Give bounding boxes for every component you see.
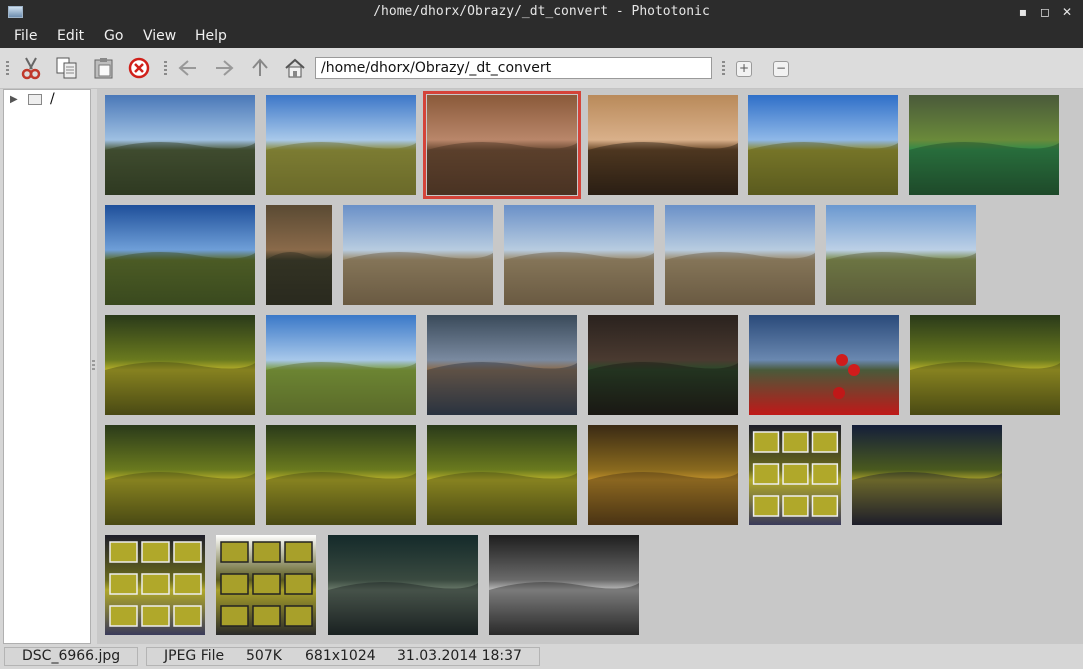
thumbnail[interactable]	[588, 425, 738, 525]
status-dimensions: 681x1024	[305, 648, 376, 664]
tree-item-root[interactable]: /	[50, 91, 55, 107]
splitter-handle[interactable]	[92, 360, 95, 372]
thumbnail[interactable]	[427, 425, 577, 525]
copy-icon[interactable]	[54, 55, 80, 81]
paste-icon[interactable]	[91, 55, 117, 81]
menu-view[interactable]: View	[143, 28, 176, 44]
back-icon[interactable]	[175, 55, 201, 81]
thumbnail[interactable]	[588, 95, 738, 195]
toolbar: /home/dhorx/Obrazy/_dt_convert + −	[0, 48, 1083, 89]
up-icon[interactable]	[247, 55, 273, 81]
app-window: /home/dhorx/Obrazy/_dt_convert - Phototo…	[0, 0, 1083, 669]
thumbnail[interactable]	[105, 425, 255, 525]
thumbnail[interactable]	[504, 205, 654, 305]
status-filename: DSC_6966.jpg	[4, 647, 138, 666]
toolbar-grip-3[interactable]	[722, 61, 725, 75]
status-size: 507K	[246, 648, 282, 664]
path-input[interactable]: /home/dhorx/Obrazy/_dt_convert	[315, 57, 712, 79]
thumbnail-selected[interactable]	[423, 91, 581, 199]
thumbnail[interactable]	[489, 535, 639, 635]
thumbnail[interactable]	[266, 205, 332, 305]
toolbar-grip[interactable]	[6, 61, 9, 75]
thumbnail[interactable]	[852, 425, 1002, 525]
forward-icon[interactable]	[211, 55, 237, 81]
zoom-in-button[interactable]: +	[736, 61, 752, 77]
thumbnail[interactable]	[427, 315, 577, 415]
status-date: 31.03.2014 18:37	[397, 648, 522, 664]
thumbnail[interactable]	[665, 205, 815, 305]
title-bar: /home/dhorx/Obrazy/_dt_convert - Phototo…	[0, 0, 1083, 25]
thumbnail[interactable]	[749, 315, 899, 415]
drive-icon	[28, 94, 42, 105]
menu-file[interactable]: File	[14, 28, 37, 44]
thumbnail[interactable]	[749, 425, 841, 525]
maximize-button[interactable]: ◻	[1036, 3, 1054, 21]
menu-go[interactable]: Go	[104, 28, 123, 44]
minimize-button[interactable]: ▪	[1014, 3, 1032, 21]
thumbnail[interactable]	[588, 315, 738, 415]
thumbnail[interactable]	[266, 315, 416, 415]
folder-tree[interactable]: ▶ /	[3, 89, 91, 644]
status-bar: DSC_6966.jpg JPEG File 507K 681x1024 31.…	[0, 645, 1083, 669]
thumbnail[interactable]	[105, 535, 205, 635]
thumbnail[interactable]	[909, 95, 1059, 195]
thumbnail[interactable]	[748, 95, 898, 195]
thumbnail[interactable]	[105, 95, 255, 195]
delete-icon[interactable]	[126, 55, 152, 81]
thumbnail[interactable]	[216, 535, 316, 635]
close-button[interactable]: ✕	[1058, 3, 1076, 21]
toolbar-grip-2[interactable]	[164, 61, 167, 75]
menu-edit[interactable]: Edit	[57, 28, 84, 44]
thumbnail[interactable]	[343, 205, 493, 305]
thumbnail[interactable]	[910, 315, 1060, 415]
thumbnail[interactable]	[105, 315, 255, 415]
window-title: /home/dhorx/Obrazy/_dt_convert - Phototo…	[373, 4, 710, 19]
thumbnail[interactable]	[826, 205, 976, 305]
thumbnail[interactable]	[328, 535, 478, 635]
thumbnail[interactable]	[266, 95, 416, 195]
menu-help[interactable]: Help	[195, 28, 227, 44]
zoom-out-button[interactable]: −	[773, 61, 789, 77]
thumbnail[interactable]	[105, 205, 255, 305]
status-info: JPEG File 507K 681x1024 31.03.2014 18:37	[146, 647, 540, 666]
status-type: JPEG File	[164, 648, 225, 664]
thumbnail[interactable]	[266, 425, 416, 525]
cut-icon[interactable]	[18, 55, 44, 81]
expand-arrow-icon[interactable]: ▶	[10, 94, 18, 105]
menu-bar: File Edit Go View Help	[0, 25, 1083, 48]
thumbnail-grid[interactable]	[97, 89, 1083, 644]
home-icon[interactable]	[282, 55, 308, 81]
